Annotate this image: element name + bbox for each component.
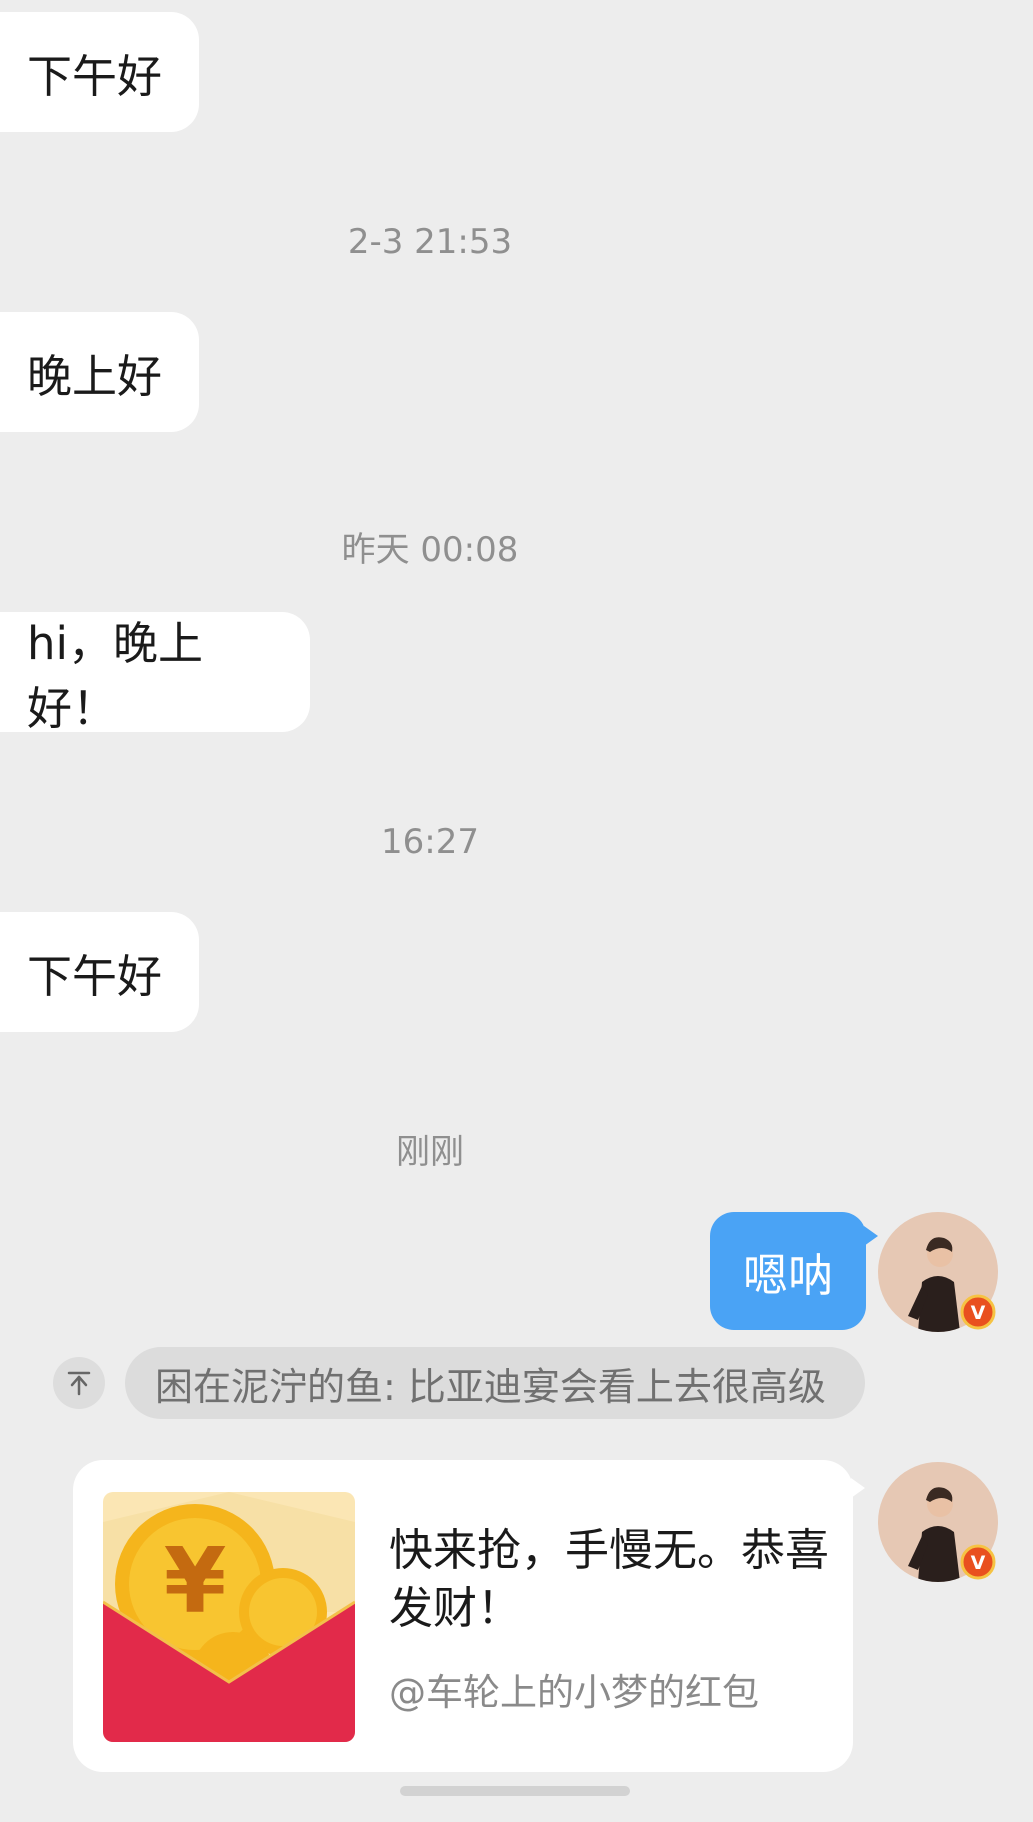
svg-text:¥: ¥ xyxy=(164,1529,227,1634)
timestamp: 2-3 21:53 xyxy=(347,222,513,262)
home-indicator xyxy=(400,1786,630,1796)
red-envelope-icon: ¥ xyxy=(103,1492,355,1742)
message-bubble-incoming[interactable]: hi，晚上好！ xyxy=(0,612,310,735)
message-bubble-incoming[interactable]: 晚上好 xyxy=(0,312,199,432)
bubble-tail xyxy=(864,1226,878,1246)
red-packet-subtitle: @车轮上的小梦的红包 xyxy=(389,1671,759,1714)
avatar-image: V xyxy=(878,1462,998,1582)
timestamp: 昨天 00:08 xyxy=(341,530,519,570)
timestamp: 刚刚 xyxy=(396,1132,464,1172)
message-text: 晚上好 xyxy=(27,349,163,403)
svg-text:V: V xyxy=(971,1302,986,1324)
quoted-message[interactable]: 困在泥泞的鱼: 比亚迪宴会看上去很高级 xyxy=(125,1347,865,1419)
avatar[interactable]: V xyxy=(878,1462,998,1582)
timestamp: 16:27 xyxy=(381,822,479,862)
avatar[interactable]: V xyxy=(878,1212,998,1332)
red-packet-card[interactable]: ¥ 快来抢，手慢无。恭喜发财！ @车轮上的小梦的红包 xyxy=(73,1460,865,1772)
message-bubble-incoming[interactable]: 下午好 xyxy=(0,12,199,132)
message-bubble-incoming[interactable]: 下午好 xyxy=(0,912,199,1032)
message-text: 下午好 xyxy=(27,49,163,103)
quoted-message-text: 困在泥泞的鱼: 比亚迪宴会看上去很高级 xyxy=(155,1364,826,1409)
pin-top-icon[interactable] xyxy=(53,1357,105,1409)
message-text: 嗯呐 xyxy=(742,1248,833,1302)
red-packet-title: 快来抢，手慢无。恭喜发财！ xyxy=(389,1525,829,1634)
message-bubble-outgoing[interactable]: 嗯呐 xyxy=(710,1212,878,1330)
avatar-image: V xyxy=(878,1212,998,1332)
svg-text:V: V xyxy=(971,1552,986,1574)
message-text: hi，晚上好！ xyxy=(27,617,204,735)
message-text: 下午好 xyxy=(27,949,163,1003)
bubble-tail xyxy=(851,1478,865,1498)
